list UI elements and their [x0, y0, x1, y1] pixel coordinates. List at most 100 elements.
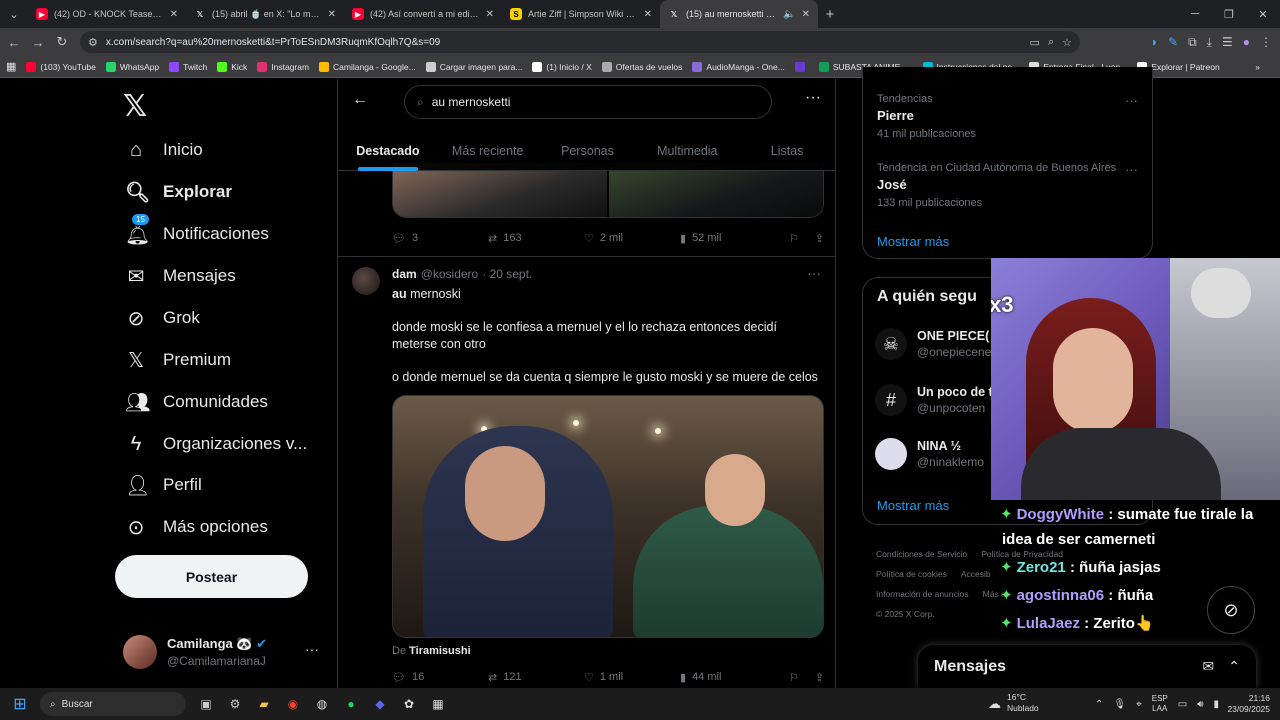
nav-item-explorar[interactable]: 🔍︎ Explorar: [125, 174, 232, 210]
bookmarks-overflow-icon[interactable]: »: [1255, 62, 1260, 72]
media-image[interactable]: [609, 163, 823, 217]
bookmark-item[interactable]: WhatsApp: [105, 61, 159, 72]
repost-button[interactable]: ⇄ 163: [488, 232, 584, 245]
nav-item-premium[interactable]: 𝕏 Premium: [125, 342, 231, 378]
follow-item[interactable]: # Un poco de t @unpocoten: [875, 384, 993, 416]
trend-item[interactable]: Tendencias Pierre 41 mil publicaciones: [877, 93, 976, 140]
chrome-icon[interactable]: ◉: [283, 694, 303, 714]
x-logo-icon[interactable]: 𝕏: [123, 89, 147, 124]
file-explorer-icon[interactable]: ▰: [254, 694, 274, 714]
tab-multimedia[interactable]: Multimedia: [637, 131, 737, 171]
tweet-video[interactable]: [392, 395, 824, 638]
share-icon[interactable]: ⇪: [815, 671, 824, 684]
account-switcher[interactable]: Camilanga 🐼 ✔ @CamilamarianaJ ···: [123, 627, 323, 677]
app-icon[interactable]: ▦: [428, 694, 448, 714]
bookmark-item[interactable]: Kick: [217, 61, 247, 72]
discord-icon[interactable]: ◆: [370, 694, 390, 714]
extension-icon[interactable]: ✎: [1168, 35, 1178, 49]
battery-icon[interactable]: ▮: [1214, 699, 1220, 710]
bookmark-item[interactable]: Twitch: [169, 61, 207, 72]
back-arrow-icon[interactable]: ←: [352, 91, 368, 109]
tab-search-icon[interactable]: ⌄: [0, 0, 28, 28]
reply-button[interactable]: 💬︎ 3: [392, 232, 488, 245]
browser-tab-2[interactable]: 𝕏(15) abril 🍵 en X: "Lo más grac✕: [186, 0, 344, 28]
tab-destacado[interactable]: Destacado: [338, 131, 438, 171]
new-tab-button[interactable]: +: [818, 6, 842, 23]
trend-item[interactable]: Tendencia en Ciudad Autónoma de Buenos A…: [877, 162, 1116, 209]
microphone-icon[interactable]: 🎙︎: [1113, 699, 1126, 710]
address-bar[interactable]: ⚙ x.com/search?q=au%20mernosketti&t=PrTo…: [80, 31, 1080, 53]
site-info-icon[interactable]: ⚙: [88, 36, 98, 49]
browser-tab-3[interactable]: ▶(42) Así convertí a mi editor en✕: [344, 0, 502, 28]
speaker-icon[interactable]: 🔈: [783, 9, 795, 20]
reload-icon[interactable]: ↻: [50, 34, 74, 50]
tab-listas[interactable]: Listas: [737, 131, 835, 171]
more-icon[interactable]: ···: [1125, 162, 1138, 177]
bookmark-item[interactable]: (1) Inicio / X: [532, 61, 592, 72]
settings-icon[interactable]: ⚙: [225, 694, 245, 714]
browser-tab-5-active[interactable]: 𝕏(15) au mernosketti - Busca🔈✕: [660, 0, 818, 28]
network-icon[interactable]: ▭: [1178, 699, 1187, 710]
extension-icon[interactable]: ◗: [1151, 35, 1158, 49]
bookmark-item[interactable]: Ofertas de vuelos: [601, 61, 682, 72]
more-icon[interactable]: ···: [1125, 93, 1138, 108]
media-image[interactable]: [393, 163, 607, 217]
bookmark-item[interactable]: Cargar imagen para...: [425, 61, 522, 72]
new-message-icon[interactable]: ✉: [1203, 658, 1215, 675]
nav-item-notificaciones[interactable]: 🔔︎ 15 Notificaciones: [125, 212, 269, 252]
repost-button[interactable]: ⇄ 121: [488, 671, 584, 684]
chrome-menu-icon[interactable]: ⋮: [1260, 35, 1272, 49]
volume-icon[interactable]: 🔊︎: [1197, 699, 1203, 710]
app-icon[interactable]: ✿: [399, 694, 419, 714]
zoom-icon[interactable]: ⌕: [1048, 36, 1054, 49]
tab-mas-reciente[interactable]: Más reciente: [438, 131, 538, 171]
tweet-date[interactable]: · 20 sept.: [482, 267, 532, 281]
weather-widget[interactable]: ☁ 16°C Nublado: [988, 692, 1039, 714]
puzzle-icon[interactable]: ⧉: [1188, 35, 1197, 50]
messages-drawer[interactable]: Mensajes ✉ ⌃: [918, 645, 1256, 688]
download-icon[interactable]: ⤓: [1207, 35, 1212, 50]
reply-button[interactable]: 💬︎ 16: [392, 671, 488, 684]
reading-list-icon[interactable]: ☰: [1222, 35, 1233, 49]
nav-item-perfil[interactable]: 👤︎ Perfil: [125, 467, 202, 503]
close-icon[interactable]: ✕: [486, 9, 494, 20]
windows-start-icon[interactable]: ⊞: [0, 694, 40, 714]
nav-item-mensajes[interactable]: ✉ Mensajes: [125, 258, 236, 294]
taskbar-clock[interactable]: 21:16 23/09/2025: [1227, 693, 1270, 715]
bookmark-icon[interactable]: ⚐: [789, 671, 799, 684]
previous-tweet-media[interactable]: [392, 163, 824, 218]
nav-item-comunidades[interactable]: 👥︎ Comunidades: [125, 384, 268, 420]
forward-arrow-icon[interactable]: →: [26, 35, 50, 50]
search-input[interactable]: ⌕ au mernosketti: [404, 85, 772, 119]
more-icon[interactable]: ···: [805, 89, 821, 107]
obs-icon[interactable]: ◍: [312, 694, 332, 714]
show-more-link[interactable]: Mostrar más: [877, 498, 949, 513]
nav-item-mas-opciones[interactable]: ⊙ Más opciones: [125, 509, 268, 545]
post-button[interactable]: Postear: [115, 555, 308, 598]
bookmark-item[interactable]: Camilanga - Google...: [319, 61, 416, 72]
minimize-icon[interactable]: ─: [1178, 0, 1212, 28]
views-button[interactable]: ▮ 44 mil: [680, 671, 778, 684]
follow-item[interactable]: ☠ ONE PIECE(@onepiecene: [875, 328, 991, 360]
task-view-icon[interactable]: ▣: [196, 694, 216, 714]
location-icon[interactable]: ⌖: [1136, 699, 1142, 710]
tweet-author-handle[interactable]: @kosidero: [421, 267, 479, 281]
close-icon[interactable]: ✕: [802, 9, 810, 20]
tab-personas[interactable]: Personas: [538, 131, 638, 171]
taskbar-search[interactable]: ⌕ Buscar: [40, 692, 186, 716]
bookmark-item[interactable]: [794, 61, 809, 72]
follow-item[interactable]: NINA ½ @ninaklemo: [875, 438, 984, 470]
profile-avatar-icon[interactable]: ●: [1243, 35, 1250, 49]
avatar[interactable]: [352, 267, 380, 295]
browser-tab-1[interactable]: ▶(42) OD - KNOCK Teaser Trailer✕: [28, 0, 186, 28]
close-icon[interactable]: ✕: [328, 9, 336, 20]
chevron-up-icon[interactable]: ⌃: [1095, 699, 1103, 710]
share-icon[interactable]: ⇪: [815, 232, 824, 245]
apps-grid-icon[interactable]: ▦: [6, 60, 16, 73]
show-more-link[interactable]: Mostrar más: [877, 234, 949, 249]
nav-item-inicio[interactable]: ⌂ Inicio: [125, 132, 203, 168]
maximize-icon[interactable]: ❐: [1212, 0, 1246, 28]
cast-icon[interactable]: ▭: [1030, 36, 1040, 49]
close-window-icon[interactable]: ✕: [1246, 0, 1280, 28]
tweet-author-name[interactable]: dam: [392, 267, 417, 281]
